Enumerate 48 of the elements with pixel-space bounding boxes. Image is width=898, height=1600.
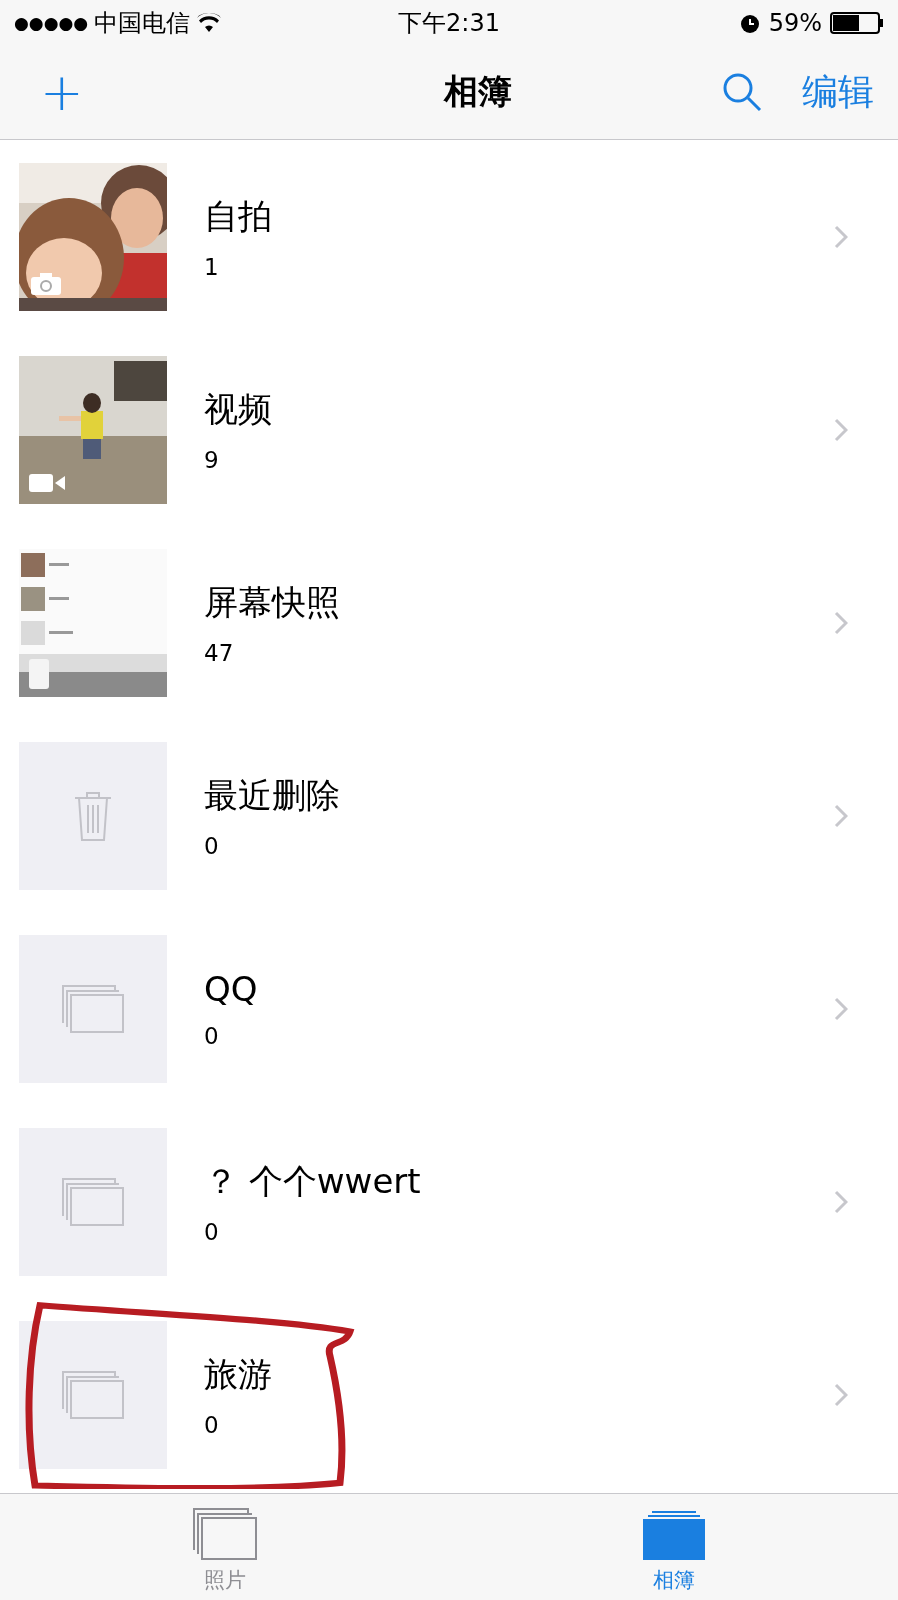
album-title: 屏幕快照 bbox=[204, 580, 341, 624]
album-row[interactable]: 最近删除 0 bbox=[0, 719, 898, 912]
chevron-icon bbox=[834, 996, 848, 1021]
album-row[interactable]: 自拍 1 bbox=[0, 140, 898, 333]
add-button[interactable]: + bbox=[40, 62, 84, 122]
album-row[interactable]: 视频 9 bbox=[0, 333, 898, 526]
album-row[interactable]: ？ 个个wwert 0 bbox=[0, 1105, 898, 1298]
carrier-name: 中国电信 bbox=[94, 7, 191, 39]
album-count: 0 bbox=[204, 1022, 220, 1049]
edit-button[interactable]: 编辑 bbox=[802, 67, 874, 117]
album-count: 0 bbox=[204, 1411, 220, 1438]
search-icon bbox=[722, 72, 762, 112]
signal-dots: ●●●●● bbox=[14, 12, 89, 33]
album-row[interactable]: QQ 0 bbox=[0, 912, 898, 1105]
battery-percent: 59% bbox=[768, 8, 822, 37]
tab-bar-item[interactable]: 相簿 bbox=[449, 1494, 898, 1600]
trash-icon bbox=[73, 789, 113, 842]
chevron-icon bbox=[834, 1189, 848, 1214]
album-title: 最近删除 bbox=[204, 773, 341, 817]
album-title: 自拍 bbox=[204, 194, 273, 238]
video-camera-icon bbox=[29, 473, 65, 492]
album-title: 旅游 bbox=[204, 1352, 273, 1396]
album-row[interactable]: 旅游 0 bbox=[0, 1298, 898, 1491]
photos-stack-icon bbox=[62, 1177, 124, 1226]
camera-icon bbox=[31, 272, 61, 295]
album-row[interactable]: 屏幕快照 47 bbox=[0, 526, 898, 719]
chevron-icon bbox=[834, 1382, 848, 1407]
albums-stack-icon bbox=[642, 1508, 705, 1560]
album-title: ？ 个个wwert bbox=[204, 1159, 422, 1203]
album-count: 47 bbox=[204, 639, 235, 666]
album-count: 1 bbox=[204, 253, 220, 280]
chevron-icon bbox=[834, 803, 848, 828]
photos-stack-icon bbox=[62, 1370, 124, 1419]
chevron-icon bbox=[834, 610, 848, 635]
album-title: QQ bbox=[204, 968, 259, 1009]
photos-stack-icon bbox=[192, 1508, 257, 1560]
chevron-icon bbox=[834, 224, 848, 249]
search-button[interactable] bbox=[722, 72, 762, 112]
battery-icon bbox=[830, 11, 884, 34]
album-count: 9 bbox=[204, 446, 220, 473]
nav-title: 相簿 bbox=[442, 70, 513, 113]
album-title: 视频 bbox=[204, 387, 273, 431]
clock-time: 下午2:31 bbox=[398, 7, 500, 39]
photos-stack-icon bbox=[62, 984, 124, 1033]
wifi-icon bbox=[196, 12, 223, 33]
album-count: 0 bbox=[204, 832, 220, 859]
chevron-icon bbox=[834, 417, 848, 442]
album-count: 0 bbox=[204, 1218, 220, 1245]
